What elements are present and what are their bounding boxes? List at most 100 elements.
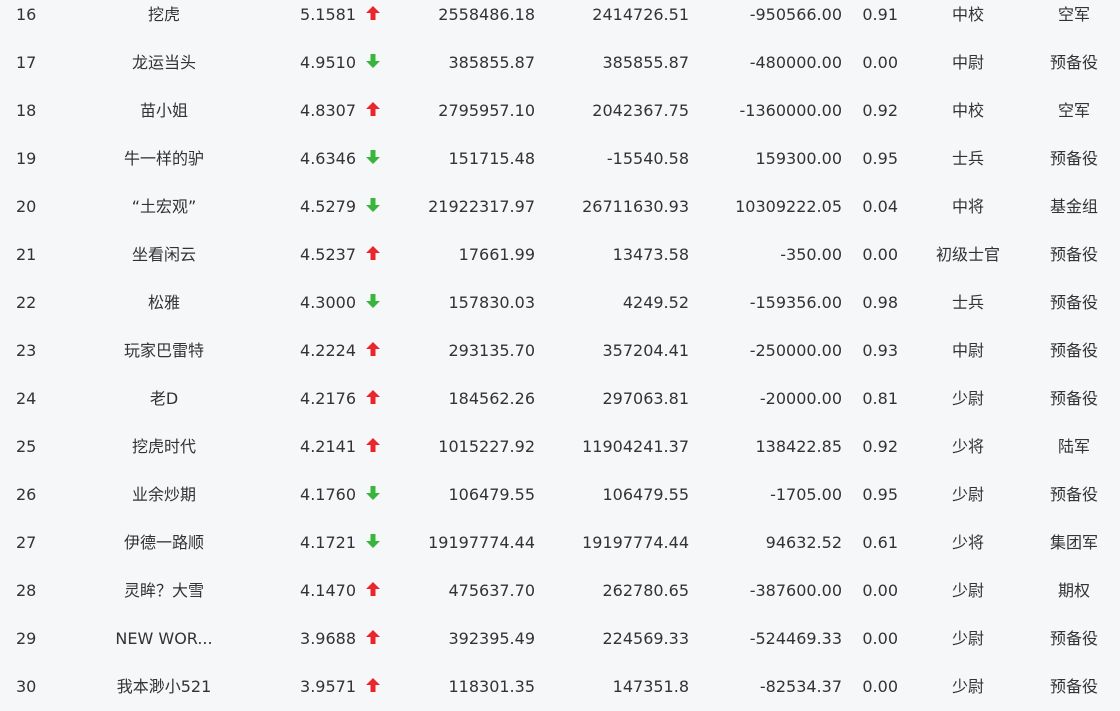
table-row[interactable]: 25 挖虎时代 4.2141 1015227.92 11904241.37 13… bbox=[0, 423, 1120, 471]
name-cell[interactable]: 业余炒期 bbox=[104, 471, 224, 519]
up-arrow-icon bbox=[364, 231, 382, 279]
value2-cell: 147351.8 bbox=[612, 677, 689, 696]
name-cell[interactable]: 牛一样的驴 bbox=[104, 135, 224, 183]
table-row[interactable]: 26 业余炒期 4.1760 106479.55 106479.55 -1705… bbox=[0, 471, 1120, 519]
value1-cell: 293135.70 bbox=[448, 341, 535, 360]
name-cell[interactable]: NEW WOR... bbox=[104, 615, 224, 663]
score-cell: 4.3000 bbox=[300, 293, 356, 312]
rank-cell: 24 bbox=[16, 389, 37, 408]
score-cell: 4.2176 bbox=[300, 389, 356, 408]
rank-cell: 27 bbox=[16, 533, 37, 552]
table-row[interactable]: 21 坐看闲云 4.5237 17661.99 13473.58 -350.00… bbox=[0, 231, 1120, 279]
table-row[interactable]: 19 牛一样的驴 4.6346 151715.48 -15540.58 1593… bbox=[0, 135, 1120, 183]
value1-cell: 475637.70 bbox=[448, 581, 535, 600]
level-cell: 初级士官 bbox=[935, 245, 1000, 264]
value3-cell: -524469.33 bbox=[749, 629, 842, 648]
ratio-cell: 0.91 bbox=[862, 5, 898, 24]
ratio-cell: 0.95 bbox=[862, 149, 898, 168]
value3-cell: 10309222.05 bbox=[735, 197, 842, 216]
score-cell: 5.1581 bbox=[300, 5, 356, 24]
up-arrow-icon bbox=[364, 375, 382, 423]
table-row[interactable]: 16 挖虎 5.1581 2558486.18 2414726.51 -9505… bbox=[0, 0, 1120, 39]
value2-cell: 224569.33 bbox=[602, 629, 689, 648]
table-row[interactable]: 24 老D 4.2176 184562.26 297063.81 -20000.… bbox=[0, 375, 1120, 423]
table-row[interactable]: 30 我本渺小521 3.9571 118301.35 147351.8 -82… bbox=[0, 663, 1120, 711]
down-arrow-icon bbox=[364, 279, 382, 327]
value2-cell: 2414726.51 bbox=[592, 5, 689, 24]
score-cell: 4.8307 bbox=[300, 101, 356, 120]
up-arrow-icon bbox=[364, 567, 382, 615]
down-arrow-icon bbox=[364, 183, 382, 231]
up-arrow-icon bbox=[364, 327, 382, 375]
value1-cell: 2795957.10 bbox=[438, 101, 535, 120]
name-cell[interactable]: 我本渺小521 bbox=[104, 663, 224, 711]
rank-cell: 18 bbox=[16, 101, 37, 120]
value2-cell: 2042367.75 bbox=[592, 101, 689, 120]
up-arrow-icon bbox=[364, 423, 382, 471]
value2-cell: 357204.41 bbox=[602, 341, 689, 360]
value2-cell: 262780.65 bbox=[602, 581, 689, 600]
ratio-cell: 0.00 bbox=[862, 581, 898, 600]
table-row[interactable]: 29 NEW WOR... 3.9688 392395.49 224569.33… bbox=[0, 615, 1120, 663]
level-cell: 少尉 bbox=[951, 485, 984, 504]
score-cell: 4.9510 bbox=[300, 53, 356, 72]
name-cell[interactable]: 玩家巴雷特 bbox=[104, 327, 224, 375]
value3-cell: -250000.00 bbox=[749, 341, 842, 360]
level-cell: 中尉 bbox=[951, 341, 984, 360]
name-cell[interactable]: 坐看闲云 bbox=[104, 231, 224, 279]
ratio-cell: 0.00 bbox=[862, 677, 898, 696]
value2-cell: 385855.87 bbox=[602, 53, 689, 72]
name-cell[interactable]: “土宏观” bbox=[104, 183, 224, 231]
score-cell: 4.1721 bbox=[300, 533, 356, 552]
name-cell[interactable]: 伊德一路顺 bbox=[104, 519, 224, 567]
rank-cell: 26 bbox=[16, 485, 37, 504]
table-row[interactable]: 17 龙运当头 4.9510 385855.87 385855.87 -4800… bbox=[0, 39, 1120, 87]
value1-cell: 157830.03 bbox=[448, 293, 535, 312]
value3-cell: -350.00 bbox=[780, 245, 842, 264]
value1-cell: 151715.48 bbox=[448, 149, 535, 168]
table-row[interactable]: 22 松雅 4.3000 157830.03 4249.52 -159356.0… bbox=[0, 279, 1120, 327]
level-cell: 少将 bbox=[951, 437, 984, 456]
value2-cell: 26711630.93 bbox=[582, 197, 689, 216]
score-cell: 4.5279 bbox=[300, 197, 356, 216]
up-arrow-icon bbox=[364, 615, 382, 663]
name-cell[interactable]: 龙运当头 bbox=[104, 39, 224, 87]
value3-cell: -1360000.00 bbox=[739, 101, 842, 120]
name-cell[interactable]: 灵眸？大雪 bbox=[104, 567, 224, 615]
rank-cell: 25 bbox=[16, 437, 37, 456]
value2-cell: 19197774.44 bbox=[582, 533, 689, 552]
rank-cell: 17 bbox=[16, 53, 37, 72]
down-arrow-icon bbox=[364, 39, 382, 87]
ratio-cell: 0.00 bbox=[862, 53, 898, 72]
name-cell[interactable]: 松雅 bbox=[104, 279, 224, 327]
value2-cell: 11904241.37 bbox=[582, 437, 689, 456]
name-cell[interactable]: 挖虎 bbox=[104, 0, 224, 39]
ratio-cell: 0.92 bbox=[862, 437, 898, 456]
category-cell: 基金组 bbox=[1049, 197, 1098, 216]
table-row[interactable]: 18 苗小姐 4.8307 2795957.10 2042367.75 -136… bbox=[0, 87, 1120, 135]
level-cell: 士兵 bbox=[951, 293, 984, 312]
name-cell[interactable]: 老D bbox=[104, 375, 224, 423]
name-cell[interactable]: 苗小姐 bbox=[104, 87, 224, 135]
table-row[interactable]: 23 玩家巴雷特 4.2224 293135.70 357204.41 -250… bbox=[0, 327, 1120, 375]
rank-cell: 19 bbox=[16, 149, 37, 168]
level-cell: 少尉 bbox=[951, 629, 984, 648]
category-cell: 预备役 bbox=[1049, 485, 1098, 504]
ratio-cell: 0.81 bbox=[862, 389, 898, 408]
value1-cell: 118301.35 bbox=[448, 677, 535, 696]
table-row[interactable]: 20 “土宏观” 4.5279 21922317.97 26711630.93 … bbox=[0, 183, 1120, 231]
value1-cell: 2558486.18 bbox=[438, 5, 535, 24]
rank-cell: 22 bbox=[16, 293, 37, 312]
table-row[interactable]: 27 伊德一路顺 4.1721 19197774.44 19197774.44 … bbox=[0, 519, 1120, 567]
level-cell: 少尉 bbox=[951, 389, 984, 408]
name-cell[interactable]: 挖虎时代 bbox=[104, 423, 224, 471]
value1-cell: 106479.55 bbox=[448, 485, 535, 504]
category-cell: 空军 bbox=[1057, 5, 1090, 24]
table-row[interactable]: 28 灵眸？大雪 4.1470 475637.70 262780.65 -387… bbox=[0, 567, 1120, 615]
value3-cell: 138422.85 bbox=[755, 437, 842, 456]
level-cell: 少尉 bbox=[951, 677, 984, 696]
value2-cell: 13473.58 bbox=[612, 245, 689, 264]
category-cell: 空军 bbox=[1057, 101, 1090, 120]
category-cell: 预备役 bbox=[1049, 149, 1098, 168]
category-cell: 预备役 bbox=[1049, 629, 1098, 648]
